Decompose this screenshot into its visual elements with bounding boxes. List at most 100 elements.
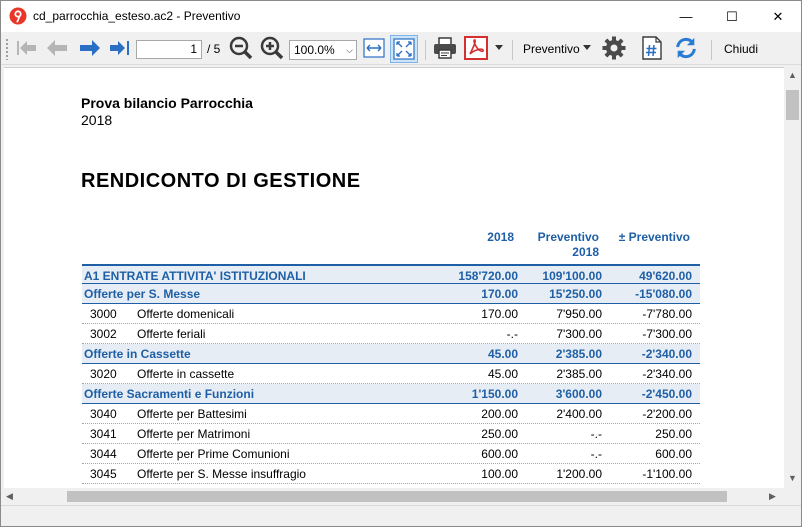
refresh-button[interactable] [674, 36, 698, 60]
account-row: 3044 Offerte per Prime Comunioni 600.00 -.-… [82, 444, 700, 464]
value-preventivo: -.- [590, 447, 602, 461]
zoom-out-button[interactable] [229, 36, 253, 60]
scroll-left-icon[interactable]: ◀ [6, 491, 13, 502]
scroll-up-icon[interactable]: ▲ [788, 70, 797, 80]
section-row: A1 ENTRATE ATTIVITA' ISTITUZIONALI 158'72… [82, 264, 700, 284]
report-heading: RENDICONTO DI GESTIONE [81, 170, 361, 192]
section-row: Offerte per S. Messe 170.00 15'250.00 -15'0… [82, 284, 700, 304]
value-preventivo: 2'400.00 [556, 407, 602, 421]
close-preview-button[interactable]: Chiudi [724, 42, 758, 56]
report-type-dropdown[interactable]: Preventivo [523, 42, 580, 56]
fit-page-button[interactable] [390, 35, 418, 63]
section-row: Offerte Sacramenti e Funzioni 1'150.00 3'6… [82, 384, 700, 404]
value-variance: 250.00 [655, 427, 692, 441]
value-preventivo: -.- [590, 427, 602, 441]
first-page-button[interactable] [15, 36, 39, 60]
column-header-2018: 2018 [487, 230, 514, 244]
account-row: 3000 Offerte domenicali 170.00 7'950.00 -7'7… [82, 304, 700, 324]
account-description: Offerte per S. Messe insuffragio [137, 467, 306, 481]
gear-icon [602, 36, 626, 60]
account-description: Offerte feriali [137, 327, 206, 341]
value-variance: -7'780.00 [642, 307, 692, 321]
value-variance: -2'450.00 [641, 387, 692, 401]
account-row: 3040 Offerte per Battesimi 200.00 2'400.00 -… [82, 404, 700, 424]
value-2018: 45.00 [487, 347, 518, 361]
minimize-button[interactable]: — [663, 1, 709, 32]
chevron-down-icon: ⌵ [346, 45, 353, 55]
toolbar-separator [425, 40, 426, 60]
document-viewport[interactable]: Prova bilancio Parrocchia 2018 RENDICONT… [4, 67, 784, 488]
section-title: A1 ENTRATE ATTIVITA' ISTITUZIONALI [84, 269, 306, 283]
account-code: 3040 [90, 407, 117, 421]
value-preventivo: 109'100.00 [542, 269, 602, 283]
zoom-select[interactable]: 100.0% ⌵ [289, 40, 357, 60]
fit-width-button[interactable] [362, 36, 386, 60]
value-2018: 158'720.00 [458, 269, 518, 283]
horizontal-scroll-thumb[interactable] [67, 491, 727, 502]
last-page-button[interactable] [107, 36, 131, 60]
report-year: 2018 [81, 112, 113, 128]
previous-page-button[interactable] [45, 36, 69, 60]
print-button[interactable] [433, 36, 457, 60]
company-name: Prova bilancio Parrocchia [81, 95, 253, 111]
account-row: 3002 Offerte feriali -.- 7'300.00 -7'300.00 [82, 324, 700, 344]
account-description: Offerte domenicali [137, 307, 235, 321]
arrow-left-icon [47, 40, 67, 56]
value-preventivo: 7'300.00 [556, 327, 602, 341]
account-description: Offerte per Matrimoni [137, 427, 251, 441]
settings-button[interactable] [602, 36, 626, 60]
export-pdf-button[interactable] [464, 36, 488, 60]
value-variance: -2'340.00 [642, 367, 692, 381]
minimize-icon: — [679, 9, 693, 24]
app-logo-icon [9, 7, 27, 25]
zoom-in-button[interactable] [260, 36, 284, 60]
account-code: 3000 [90, 307, 117, 321]
horizontal-scrollbar[interactable]: ◀ ▶ [1, 488, 784, 505]
scroll-right-icon[interactable]: ▶ [769, 491, 776, 502]
account-row: 3045 Offerte per S. Messe insuffragio 100.… [82, 464, 700, 484]
account-description: Offerte in cassette [137, 367, 235, 381]
value-2018: 250.00 [481, 427, 518, 441]
account-description: Offerte per Battesimi [137, 407, 247, 421]
section-row: Offerte in Cassette 45.00 2'385.00 -2'340.0… [82, 344, 700, 364]
section-title: Offerte per S. Messe [84, 287, 201, 301]
account-code: 3041 [90, 427, 117, 441]
value-variance: -15'080.00 [635, 287, 692, 301]
window-title: cd_parrocchia_esteso.ac2 - Preventivo [33, 9, 241, 23]
last-page-icon [110, 41, 129, 55]
maximize-icon: ☐ [726, 8, 738, 24]
toolbar-grip[interactable] [5, 38, 9, 60]
close-window-button[interactable]: ✕ [755, 1, 801, 32]
account-code: 3044 [90, 447, 117, 461]
vertical-scrollbar[interactable]: ▲ ▼ [784, 67, 801, 488]
fit-page-icon [393, 38, 415, 60]
value-variance: 49'620.00 [639, 269, 692, 283]
first-page-icon [17, 41, 36, 55]
value-preventivo: 15'250.00 [549, 287, 602, 301]
value-variance: -2'200.00 [642, 407, 692, 421]
scroll-down-icon[interactable]: ▼ [788, 473, 797, 483]
page-number-input[interactable]: 1 [136, 40, 202, 59]
page-numbering-button[interactable] [640, 36, 664, 60]
value-2018: -.- [506, 327, 518, 341]
next-page-button[interactable] [78, 36, 102, 60]
value-preventivo: 7'950.00 [556, 307, 602, 321]
pdf-icon [464, 36, 488, 60]
pdf-options-chevron-down-icon[interactable] [495, 45, 503, 50]
value-variance: -7'300.00 [642, 327, 692, 341]
account-code: 3045 [90, 467, 117, 481]
maximize-button[interactable]: ☐ [709, 1, 755, 32]
report-type-chevron-down-icon[interactable] [583, 45, 591, 50]
arrow-right-icon [80, 40, 100, 56]
account-code: 3002 [90, 327, 117, 341]
value-2018: 45.00 [487, 367, 518, 381]
column-header-variance: ± Preventivo [618, 230, 690, 244]
value-variance: -2'340.00 [641, 347, 692, 361]
value-2018: 170.00 [481, 287, 518, 301]
value-2018: 1'150.00 [471, 387, 518, 401]
account-code: 3020 [90, 367, 117, 381]
vertical-scroll-thumb[interactable] [786, 90, 799, 120]
account-description: Offerte per Prime Comunioni [137, 447, 290, 461]
printer-icon [434, 37, 456, 59]
value-variance: -1'100.00 [642, 467, 692, 481]
